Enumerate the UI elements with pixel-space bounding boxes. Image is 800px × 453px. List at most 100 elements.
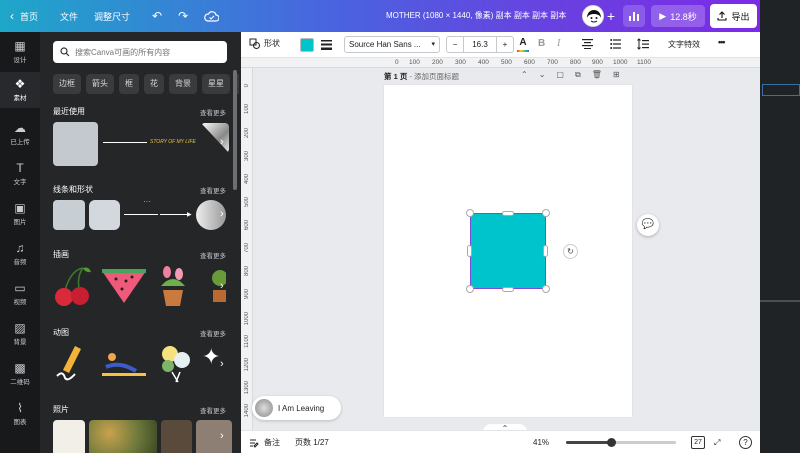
rail-item-photos[interactable]: ▣ 图片: [0, 196, 40, 232]
zoom-slider[interactable]: [566, 438, 676, 447]
recent-item-line[interactable]: [103, 142, 147, 143]
more-options-button[interactable]: •••: [718, 37, 726, 47]
present-button[interactable]: ▶ 12.8秒: [651, 5, 705, 27]
avatar[interactable]: [582, 5, 604, 27]
list-button[interactable]: [610, 39, 621, 51]
notes-button[interactable]: 备注: [249, 431, 280, 453]
watermelon-illustration[interactable]: [100, 265, 148, 305]
rail-item-uploads[interactable]: ☁ 已上传: [0, 116, 40, 152]
photo-item-1[interactable]: [53, 420, 85, 453]
shape-item-arrow-line[interactable]: [160, 214, 190, 215]
resize-handle-left[interactable]: [467, 245, 472, 257]
rotate-handle[interactable]: ↻: [563, 244, 578, 259]
page-label[interactable]: 第 1 页 - 添加页面标题: [384, 71, 459, 82]
chevron-right-icon[interactable]: ›: [220, 358, 232, 372]
duplicate-icon[interactable]: ⧉: [575, 70, 581, 80]
see-more-recent[interactable]: 查看更多: [200, 107, 226, 117]
chip-background[interactable]: 背景: [169, 74, 197, 94]
chip-stars[interactable]: 星星: [202, 74, 230, 94]
search-box[interactable]: [53, 41, 227, 63]
see-more-lines[interactable]: 查看更多: [200, 185, 226, 195]
flowers-animation[interactable]: [156, 342, 196, 384]
chevron-right-icon[interactable]: ›: [220, 136, 232, 150]
shape-item-line[interactable]: [124, 214, 158, 215]
rail-item-audio[interactable]: ♫ 音频: [0, 236, 40, 272]
pencil-animation[interactable]: [53, 344, 89, 384]
share-add-button[interactable]: +: [604, 8, 618, 24]
rail-item-elements[interactable]: ❖ 素材: [0, 72, 40, 108]
see-more-animations[interactable]: 查看更多: [200, 328, 226, 338]
photo-item-2[interactable]: [89, 420, 157, 453]
shape-item-rounded-square[interactable]: [89, 200, 120, 230]
chip-arrow[interactable]: 箭头: [86, 74, 114, 94]
chevron-down-icon[interactable]: ⌄: [539, 70, 546, 80]
chevron-right-icon[interactable]: ›: [220, 208, 232, 222]
see-more-photos[interactable]: 查看更多: [200, 405, 226, 415]
lock-icon[interactable]: ▢: [556, 70, 564, 80]
see-more-illustrations[interactable]: 查看更多: [200, 250, 226, 260]
comment-button[interactable]: 💬: [637, 214, 659, 236]
yoga-animation[interactable]: [100, 347, 150, 381]
font-size-increase[interactable]: +: [497, 40, 513, 49]
chip-frame[interactable]: 框: [119, 74, 139, 94]
add-page-icon[interactable]: ⊞: [613, 70, 620, 80]
chip-border[interactable]: 边框: [53, 74, 81, 94]
border-style-button[interactable]: [320, 38, 333, 51]
cherries-illustration[interactable]: [53, 264, 93, 308]
trash-icon[interactable]: 🗑: [592, 70, 602, 80]
rail-item-video[interactable]: ▭ 视频: [0, 276, 40, 312]
help-button[interactable]: ?: [739, 436, 752, 449]
resize-handle-top-right[interactable]: [542, 209, 550, 217]
resize-menu[interactable]: 调整尺寸: [86, 0, 138, 32]
redo-icon: ↷: [178, 9, 189, 23]
rail-item-text[interactable]: T 文字: [0, 156, 40, 192]
font-family-select[interactable]: Source Han Sans ... ▾: [344, 36, 440, 53]
chevron-right-icon[interactable]: ›: [220, 430, 232, 444]
rail-item-design[interactable]: ▦ 设计: [0, 34, 40, 70]
fullscreen-button[interactable]: ⤢: [714, 431, 720, 453]
resize-handle-top-left[interactable]: [466, 209, 474, 217]
bold-button[interactable]: B: [538, 38, 545, 49]
align-button[interactable]: [582, 39, 593, 51]
page-counter[interactable]: 页数 1/27: [295, 431, 329, 453]
file-menu[interactable]: 文件: [52, 0, 86, 32]
insights-button[interactable]: [623, 5, 645, 27]
zoom-value[interactable]: 41%: [533, 431, 549, 453]
cloud-save-button[interactable]: [196, 0, 227, 32]
italic-button[interactable]: I: [557, 38, 560, 49]
export-button[interactable]: 导出: [710, 4, 757, 28]
recent-item-text[interactable]: STORY OF MY LIFE: [150, 139, 196, 145]
chip-flower[interactable]: 花: [144, 74, 164, 94]
resize-handle-bottom[interactable]: [502, 287, 514, 292]
rail-item-qrcode[interactable]: ▩ 二维码: [0, 356, 40, 392]
recent-item-texture[interactable]: [53, 122, 98, 166]
resize-handle-bottom-left[interactable]: [466, 285, 474, 293]
font-size-decrease[interactable]: −: [447, 40, 463, 49]
fill-color-swatch[interactable]: [300, 38, 314, 52]
selected-teal-square[interactable]: [470, 213, 546, 289]
redo-button[interactable]: ↷: [170, 0, 196, 32]
resize-handle-right[interactable]: [543, 245, 548, 257]
page-count-badge[interactable]: 27: [691, 436, 705, 449]
resize-handle-bottom-right[interactable]: [542, 285, 550, 293]
photo-item-3[interactable]: [161, 420, 192, 453]
rail-item-charts[interactable]: ⌇ 图表: [0, 396, 40, 432]
spacing-button[interactable]: [637, 38, 649, 52]
rail-item-background[interactable]: ▨ 背景: [0, 316, 40, 352]
sparkle-animation[interactable]: ✦: [202, 346, 220, 368]
chevron-right-icon[interactable]: ›: [220, 280, 232, 294]
resize-handle-top[interactable]: [502, 211, 514, 216]
text-color-button[interactable]: A: [517, 36, 529, 53]
document-title[interactable]: MOTHER (1080 × 1440, 像素) 副本 副本 副本 副本: [386, 0, 566, 32]
font-size-input[interactable]: 16.3: [463, 37, 497, 52]
text-effects-button[interactable]: 文字特效: [668, 39, 700, 50]
shape-button[interactable]: 形状: [249, 38, 280, 49]
search-input[interactable]: [75, 47, 215, 57]
shape-item-frame[interactable]: [53, 200, 85, 230]
undo-button[interactable]: ↶: [144, 0, 170, 32]
home-button[interactable]: ‹ 首页: [0, 0, 46, 32]
audio-track-pill[interactable]: I Am Leaving: [252, 396, 341, 420]
potted-plant-illustration[interactable]: [155, 264, 191, 308]
panel-scrollbar[interactable]: [233, 70, 237, 190]
chevron-up-icon[interactable]: ⌃: [521, 70, 528, 80]
